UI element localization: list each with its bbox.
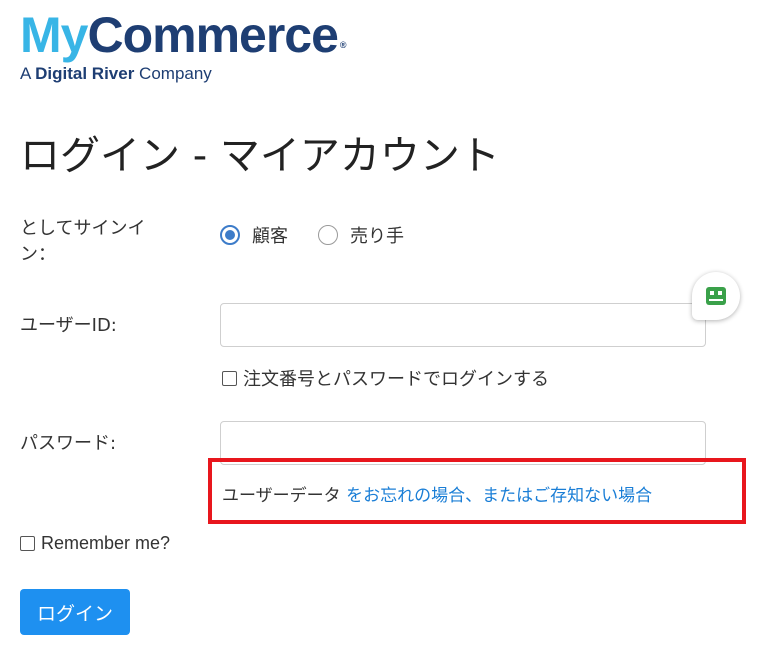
- forgot-user-data-row: ユーザーデータ をお忘れの場合、またはご存知ない場合: [222, 484, 652, 508]
- userid-label: ユーザーID:: [20, 315, 117, 336]
- radio-customer[interactable]: [220, 225, 240, 245]
- page-title: ログイン - マイアカウント: [20, 133, 500, 179]
- remember-me-checkbox[interactable]: [20, 536, 35, 551]
- order-login-checkbox[interactable]: [222, 370, 237, 386]
- logo-registered-mark: ®: [339, 40, 347, 50]
- remember-me-option[interactable]: Remember me?: [20, 533, 170, 554]
- logo-tagline-bold: Digital River: [35, 64, 135, 83]
- mycommerce-logo[interactable]: MyCommerce ® A Digital River Company: [20, 7, 347, 84]
- userid-input[interactable]: [220, 303, 706, 347]
- logo-wordmark: MyCommerce ®: [20, 7, 347, 63]
- password-label: パスワード:: [20, 433, 117, 454]
- signin-as-label: としてサインイン：: [20, 218, 146, 265]
- logo-tagline: A Digital River Company: [20, 64, 344, 84]
- logo-my: My: [20, 7, 88, 63]
- logo-tagline-suffix: Company: [134, 64, 212, 83]
- chat-bot-icon: [706, 287, 726, 305]
- forgot-prefix: ユーザーデータ: [222, 486, 341, 506]
- forgot-user-data-link[interactable]: をお忘れの場合、またはご存知ない場合: [341, 486, 652, 506]
- logo-tagline-prefix: A: [20, 64, 36, 83]
- order-login-option[interactable]: 注文番号とパスワードでログインする: [222, 365, 549, 391]
- login-page: MyCommerce ® A Digital River Company ログイン…: [0, 0, 760, 646]
- radio-seller[interactable]: [318, 225, 338, 245]
- signin-as-radio-group: 顧客 売り手: [220, 222, 434, 248]
- login-button[interactable]: ログイン: [20, 589, 130, 635]
- radio-seller-label[interactable]: 売り手: [350, 222, 404, 248]
- order-login-label: 注文番号とパスワードでログインする: [243, 369, 549, 390]
- radio-customer-label[interactable]: 顧客: [252, 222, 288, 248]
- chat-widget-button[interactable]: [692, 272, 740, 320]
- remember-me-label: Remember me?: [41, 533, 171, 553]
- logo-commerce: Commerce: [87, 7, 338, 63]
